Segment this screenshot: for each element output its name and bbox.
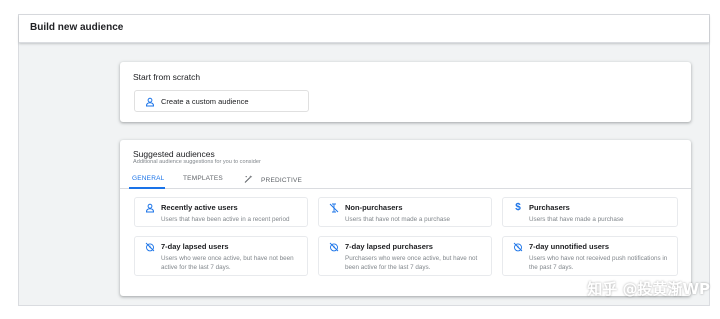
audience-tile-7-day-unnotified-users[interactable]: 7-day unnotified users Users who have no… — [502, 236, 678, 276]
tab-templates[interactable]: TEMPLATES — [183, 175, 223, 182]
tile-title: Recently active users — [161, 203, 238, 212]
audience-tile-purchasers[interactable]: $ Purchasers Users that have made a purc… — [502, 197, 678, 227]
tile-description: Users who were once active, but have not… — [161, 255, 294, 271]
tile-title: Non-purchasers — [345, 203, 403, 212]
tile-description: Users who have not received push notific… — [529, 255, 668, 271]
create-custom-audience-button[interactable]: Create a custom audience — [134, 90, 309, 112]
suggested-subtitle: Additional audience suggestions for you … — [133, 159, 261, 165]
active-tab-indicator — [129, 187, 165, 189]
lapsed-icon — [513, 242, 523, 252]
no-purchase-icon — [329, 203, 339, 213]
header-bar: Build new audience — [19, 15, 709, 43]
app-frame: Build new audience Start from scratch Cr… — [18, 14, 710, 306]
lapsed-icon — [145, 242, 155, 252]
lapsed-icon — [329, 242, 339, 252]
audience-tile-7-day-lapsed-purchasers[interactable]: 7-day lapsed purchasers Purchasers who w… — [318, 236, 492, 276]
scratch-title: Start from scratch — [133, 72, 201, 82]
tile-description: Purchasers who were once active, but hav… — [345, 255, 478, 271]
tile-title: 7-day lapsed purchasers — [345, 242, 433, 251]
audience-tile-non-purchasers[interactable]: Non-purchasers Users that have not made … — [318, 197, 492, 227]
suggested-audiences-card: Suggested audiences Additional audience … — [120, 140, 691, 296]
tab-general-label: GENERAL — [132, 175, 165, 182]
start-from-scratch-card: Start from scratch Create a custom audie… — [120, 62, 691, 122]
custom-audience-label: Create a custom audience — [161, 97, 249, 106]
person-icon — [145, 97, 155, 107]
tile-title: 7-day lapsed users — [161, 242, 229, 251]
audience-tile-7-day-lapsed-users[interactable]: 7-day lapsed users Users who were once a… — [134, 236, 308, 276]
audience-tabs: GENERAL TEMPLATES PREDICTIVE — [120, 169, 691, 189]
audience-tile-recently-active[interactable]: Recently active users Users that have be… — [134, 197, 308, 227]
page-title: Build new audience — [30, 22, 124, 33]
tile-description: Users that have made a purchase — [529, 216, 624, 223]
person-icon — [145, 203, 155, 213]
magic-wand-icon — [244, 175, 253, 183]
tile-title: Purchasers — [529, 203, 570, 212]
watermark: 知乎 @投黄渐WP — [587, 280, 710, 298]
tab-predictive-label: PREDICTIVE — [261, 177, 303, 184]
dollar-icon: $ — [515, 202, 521, 213]
tab-templates-label: TEMPLATES — [183, 175, 223, 182]
tab-predictive[interactable]: PREDICTIVE — [244, 175, 302, 184]
tile-title: 7-day unnotified users — [529, 242, 610, 251]
suggested-title: Suggested audiences — [133, 149, 215, 159]
tile-description: Users that have been active in a recent … — [161, 216, 290, 223]
tab-general[interactable]: GENERAL — [132, 175, 164, 182]
tile-description: Users that have not made a purchase — [345, 216, 451, 223]
